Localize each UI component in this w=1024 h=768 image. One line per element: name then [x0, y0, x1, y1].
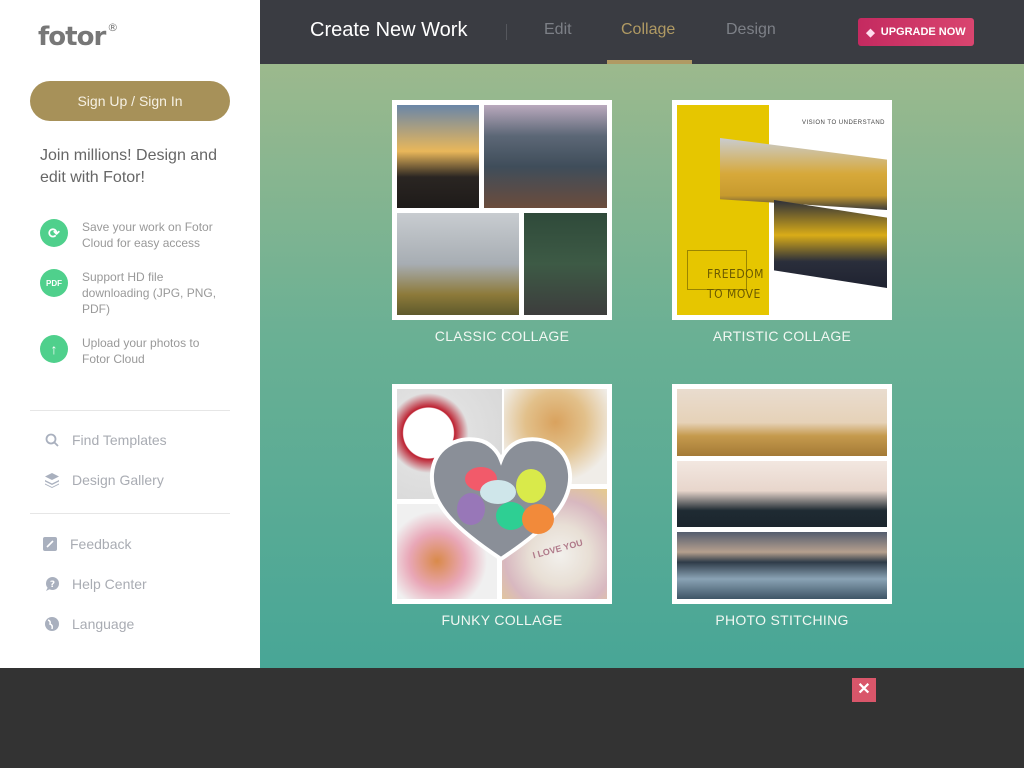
- sidebar-item-label: Language: [72, 616, 135, 632]
- funky-collage-thumbnail: I LOVE YOU: [392, 384, 612, 604]
- refresh-icon: ⟳: [40, 219, 68, 247]
- poster-title: FREEDOM TO MOVE: [707, 267, 764, 301]
- sidebar-item-find-templates[interactable]: Find Templates: [42, 430, 167, 450]
- pdf-icon: PDF: [40, 269, 68, 297]
- top-bar: Create New Work Edit Collage Design ◆ UP…: [260, 0, 1024, 64]
- sidebar-item-label: Find Templates: [72, 432, 167, 448]
- photo-hooded-photographer: [397, 213, 519, 315]
- photo-yellow-van: [720, 138, 887, 210]
- logo-text: fotor: [38, 22, 106, 52]
- photo-taxis: [774, 200, 887, 288]
- card-photo-stitching[interactable]: PHOTO STITCHING: [672, 384, 892, 628]
- tab-collage[interactable]: Collage: [621, 21, 675, 39]
- feature-cloud-save: ⟳ Save your work on Fotor Cloud for easy…: [40, 219, 230, 251]
- sidebar-item-label: Design Gallery: [72, 472, 164, 488]
- search-icon: [42, 430, 62, 450]
- card-funky-collage[interactable]: I LOVE YOU FUNKY COLLAGE: [392, 384, 612, 628]
- divider: [30, 513, 230, 514]
- upgrade-now-button[interactable]: ◆ UPGRADE NOW: [858, 18, 974, 46]
- sidebar-item-feedback[interactable]: Feedback: [40, 534, 131, 554]
- svg-text:?: ?: [50, 580, 55, 590]
- photo-sunset-jump: [397, 105, 479, 208]
- registered-mark: ®: [107, 21, 118, 35]
- fotor-logo[interactable]: fotor ®: [38, 21, 118, 52]
- sidebar: fotor ® Sign Up / Sign In Join millions! …: [0, 0, 260, 668]
- tab-design[interactable]: Design: [726, 21, 776, 39]
- sidebar-item-design-gallery[interactable]: Design Gallery: [42, 470, 164, 490]
- feature-text: Upload your photos to Fotor Cloud: [82, 336, 200, 366]
- card-label: ARTISTIC COLLAGE: [712, 328, 852, 344]
- divider: [30, 410, 230, 411]
- poster-tagline: VISION TO UNDERSTAND: [802, 120, 886, 126]
- photo-beach: [484, 105, 607, 208]
- sign-up-button[interactable]: Sign Up / Sign In: [30, 81, 230, 121]
- sidebar-item-label: Feedback: [70, 536, 132, 552]
- heart-photo-macarons: [426, 434, 576, 564]
- feature-text: Save your work on Fotor Cloud for easy a…: [82, 220, 213, 250]
- photo-mountain-silhouette: [677, 461, 887, 527]
- sidebar-item-language[interactable]: Language: [42, 614, 134, 634]
- join-text: Join millions! Design and edit with Foto…: [40, 147, 217, 186]
- photo-lake-boat: [677, 532, 887, 599]
- photo-field: [677, 389, 887, 456]
- help-icon: ?: [42, 574, 62, 594]
- card-label: PHOTO STITCHING: [715, 612, 849, 628]
- card-classic-collage[interactable]: CLASSIC COLLAGE: [392, 100, 612, 344]
- feature-upload: ↑ Upload your photos to Fotor Cloud: [40, 335, 230, 367]
- upgrade-label: UPGRADE NOW: [880, 26, 966, 38]
- feature-text: Support HD file downloading (JPG, PNG, P…: [82, 270, 217, 316]
- card-label: FUNKY COLLAGE: [441, 612, 563, 628]
- collage-options: CLASSIC COLLAGE FREEDOM TO MOVE VISION T…: [260, 64, 1024, 668]
- globe-icon: [42, 614, 62, 634]
- sidebar-item-help-center[interactable]: ? Help Center: [42, 574, 147, 594]
- page-title: Create New Work: [310, 19, 468, 41]
- edit-icon: [40, 534, 60, 554]
- tab-edit[interactable]: Edit: [544, 21, 572, 39]
- divider: [506, 24, 507, 40]
- feature-hd-download: PDF Support HD file downloading (JPG, PN…: [40, 269, 230, 317]
- artistic-collage-thumbnail: FREEDOM TO MOVE VISION TO UNDERSTAND: [672, 100, 892, 320]
- layers-icon: [42, 470, 62, 490]
- classic-collage-thumbnail: [392, 100, 612, 320]
- close-button[interactable]: ✕: [852, 678, 876, 702]
- card-label: CLASSIC COLLAGE: [434, 328, 570, 344]
- card-artistic-collage[interactable]: FREEDOM TO MOVE VISION TO UNDERSTAND ART…: [672, 100, 892, 344]
- upload-icon: ↑: [40, 335, 68, 363]
- sidebar-item-label: Help Center: [72, 576, 147, 592]
- photo-stitching-thumbnail: [672, 384, 892, 604]
- photo-man-road: [524, 213, 607, 315]
- diamond-icon: ◆: [866, 26, 875, 39]
